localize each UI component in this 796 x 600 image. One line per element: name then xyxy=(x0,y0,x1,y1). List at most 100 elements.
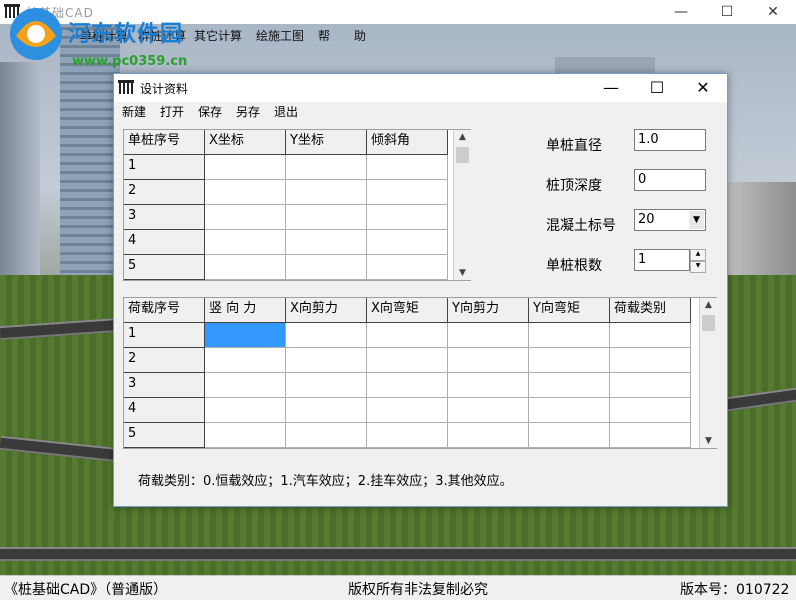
grid-cell[interactable] xyxy=(529,373,610,398)
menu-new[interactable]: 新建 xyxy=(122,103,146,120)
scroll-up-icon[interactable]: ▲ xyxy=(700,300,717,310)
close-button[interactable]: ✕ xyxy=(750,0,796,24)
grid-cell[interactable] xyxy=(286,373,367,398)
grid-cell[interactable] xyxy=(286,205,367,230)
grid-cell[interactable] xyxy=(448,423,529,448)
grid-cell[interactable] xyxy=(205,255,286,280)
chevron-down-icon[interactable]: ▼ xyxy=(689,211,704,229)
concrete-grade-label: 混凝土标号 xyxy=(546,218,616,234)
grid-cell[interactable] xyxy=(367,255,448,280)
concrete-grade-select[interactable]: 20 ▼ xyxy=(634,209,706,231)
grid-cell[interactable] xyxy=(367,423,448,448)
load-row-header: 3 xyxy=(124,373,205,398)
scroll-up-icon[interactable]: ▲ xyxy=(454,132,471,142)
grid-cell[interactable] xyxy=(529,323,610,348)
grid-cell[interactable] xyxy=(610,398,691,423)
grid-cell[interactable] xyxy=(205,423,286,448)
grid-cell[interactable] xyxy=(367,398,448,423)
status-product: 《桩基础CAD》（普通版） xyxy=(4,582,168,598)
grid-cell[interactable] xyxy=(367,230,448,255)
spin-down-icon[interactable]: ▼ xyxy=(690,261,706,273)
grid-cell[interactable] xyxy=(529,423,610,448)
grid-cell[interactable] xyxy=(610,373,691,398)
menu-save-as[interactable]: 另存 xyxy=(236,103,260,120)
pile-row-header: 2 xyxy=(124,180,205,205)
grid-cell[interactable] xyxy=(610,423,691,448)
grid-cell[interactable] xyxy=(205,373,286,398)
pile-row-header: 1 xyxy=(124,155,205,180)
pile-count-stepper[interactable]: ▲ ▼ xyxy=(690,249,706,273)
dialog-maximize-button[interactable]: ☐ xyxy=(634,74,680,102)
grid-cell[interactable] xyxy=(610,348,691,373)
grid-cell[interactable] xyxy=(367,323,448,348)
load-row-header: 2 xyxy=(124,348,205,373)
menu-item-help[interactable]: 帮 xyxy=(318,27,330,44)
menu-save[interactable]: 保存 xyxy=(198,103,222,120)
grid-cell[interactable] xyxy=(286,255,367,280)
grid-cell[interactable] xyxy=(610,323,691,348)
watermark-url: www.pc0359.cn xyxy=(72,54,188,69)
grid-cell[interactable] xyxy=(367,348,448,373)
grid-cell[interactable] xyxy=(448,373,529,398)
load-row-header: 1 xyxy=(124,323,205,348)
menu-item-help-2[interactable]: 助 xyxy=(354,27,366,44)
load-row-header: 5 xyxy=(124,423,205,448)
maximize-button[interactable]: ☐ xyxy=(704,0,750,24)
dialog-menu-bar: 新建 打开 保存 另存 退出 xyxy=(114,102,727,122)
grid-cell[interactable] xyxy=(205,155,286,180)
pile-count-input[interactable]: 1 xyxy=(634,249,690,271)
grid-cell[interactable] xyxy=(286,155,367,180)
pile-grid-scrollbar[interactable]: ▲ ▼ xyxy=(453,130,471,280)
load-type-note: 荷载类别：0.恒载效应；1.汽车效应；2.挂车效应；3.其他效应。 xyxy=(138,474,513,489)
scroll-thumb[interactable] xyxy=(456,147,469,163)
grid-cell[interactable] xyxy=(448,323,529,348)
dialog-title: 设计资料 xyxy=(140,82,189,96)
pile-header-x: X坐标 xyxy=(205,130,286,155)
rail-track xyxy=(0,547,796,561)
top-depth-input[interactable]: 0 xyxy=(634,169,706,191)
menu-exit[interactable]: 退出 xyxy=(274,103,298,120)
watermark-logo-icon xyxy=(10,8,62,60)
grid-cell[interactable] xyxy=(529,348,610,373)
grid-cell[interactable] xyxy=(448,348,529,373)
scroll-thumb[interactable] xyxy=(702,315,715,331)
grid-cell[interactable] xyxy=(205,230,286,255)
grid-cell[interactable] xyxy=(448,398,529,423)
grid-cell[interactable] xyxy=(367,180,448,205)
grid-cell[interactable] xyxy=(286,230,367,255)
grid-cell-selected[interactable] xyxy=(205,323,286,348)
grid-cell[interactable] xyxy=(286,348,367,373)
grid-cell[interactable] xyxy=(205,205,286,230)
grid-cell[interactable] xyxy=(286,180,367,205)
menu-open[interactable]: 打开 xyxy=(160,103,184,120)
status-copyright: 版权所有非法复制必究 xyxy=(348,582,488,598)
grid-cell[interactable] xyxy=(286,323,367,348)
grid-cell[interactable] xyxy=(367,373,448,398)
load-header-x-shear: X向剪力 xyxy=(286,298,367,323)
pile-row-header: 5 xyxy=(124,255,205,280)
menu-item-drawing[interactable]: 绘施工图 xyxy=(256,27,304,44)
status-version: 版本号：010722 xyxy=(680,582,790,598)
dialog-minimize-button[interactable]: — xyxy=(588,74,634,102)
status-bar: 《桩基础CAD》（普通版） 版权所有非法复制必究 版本号：010722 xyxy=(0,575,796,600)
top-depth-label: 桩顶深度 xyxy=(546,178,602,194)
grid-cell[interactable] xyxy=(205,348,286,373)
minimize-button[interactable]: — xyxy=(658,0,704,24)
watermark: 河东软件园 www.pc0359.cn xyxy=(6,6,236,69)
scroll-down-icon[interactable]: ▼ xyxy=(700,436,717,446)
dialog-close-button[interactable]: ✕ xyxy=(680,74,726,102)
grid-cell[interactable] xyxy=(205,398,286,423)
load-header-type: 荷载类别 xyxy=(610,298,691,323)
pile-header-y: Y坐标 xyxy=(286,130,367,155)
grid-cell[interactable] xyxy=(529,398,610,423)
grid-cell[interactable] xyxy=(367,205,448,230)
load-grid-scrollbar[interactable]: ▲ ▼ xyxy=(699,298,717,448)
grid-cell[interactable] xyxy=(205,180,286,205)
grid-cell[interactable] xyxy=(286,423,367,448)
spin-up-icon[interactable]: ▲ xyxy=(690,249,706,261)
scroll-down-icon[interactable]: ▼ xyxy=(454,268,471,278)
diameter-input[interactable]: 1.0 xyxy=(634,129,706,151)
grid-cell[interactable] xyxy=(286,398,367,423)
load-header-y-shear: Y向剪力 xyxy=(448,298,529,323)
grid-cell[interactable] xyxy=(367,155,448,180)
